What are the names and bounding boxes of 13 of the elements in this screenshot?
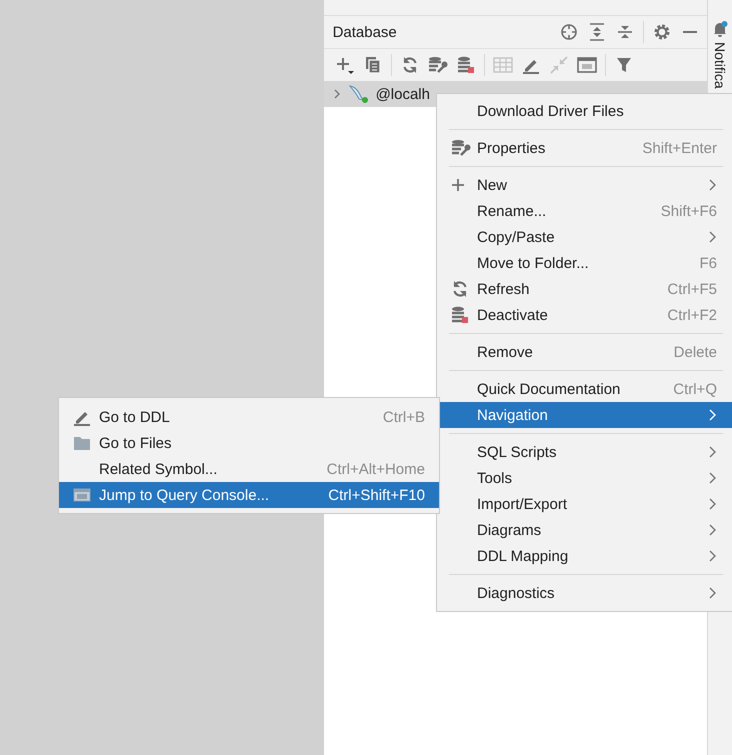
shortcut-label: Ctrl+Alt+Home — [326, 460, 425, 478]
tree-item-label: @localh — [376, 86, 430, 102]
shortcut-label: Shift+F6 — [660, 202, 717, 220]
stripe-label: Notifica — [712, 42, 728, 89]
shortcut-label: F6 — [699, 254, 717, 272]
shortcut-label: Ctrl+F5 — [667, 280, 717, 298]
shortcut-label: Ctrl+Q — [673, 380, 717, 398]
shortcut-label: Ctrl+F2 — [667, 306, 717, 324]
panel-title: Database — [332, 24, 398, 40]
shortcut-label: Delete — [674, 344, 717, 360]
shortcut-label: Ctrl+B — [382, 408, 425, 426]
shortcut-label: Ctrl+Shift+F10 — [328, 486, 425, 504]
shortcut-label: Shift+Enter — [642, 140, 717, 156]
